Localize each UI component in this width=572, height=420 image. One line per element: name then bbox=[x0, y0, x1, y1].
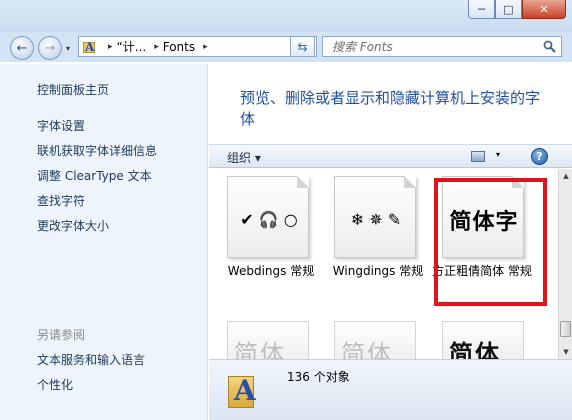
breadcrumb-separator[interactable]: ▸ bbox=[108, 42, 113, 52]
search-placeholder: 搜索 Fonts bbox=[332, 40, 393, 54]
page-title: 预览、删除或者显示和隐藏计算机上安装的字体 bbox=[240, 89, 541, 128]
font-preview-page: ❄ ✵ ✎ bbox=[334, 176, 416, 258]
text-services-link[interactable]: 文本服务和输入语言 bbox=[37, 351, 145, 368]
recent-pages-dropdown[interactable]: ▾ bbox=[66, 44, 70, 53]
back-button[interactable]: ← bbox=[10, 36, 34, 60]
font-name-label: Webdings 常规 bbox=[227, 264, 315, 278]
control-panel-home-link[interactable]: 控制面板主页 bbox=[37, 81, 109, 98]
personalization-link[interactable]: 个性化 bbox=[37, 376, 73, 393]
font-grid: ✔ 🎧 ○ Webdings 常规 ❄ ✵ ✎ Wingdings 常规 简体字… bbox=[209, 169, 559, 359]
fonts-folder-icon: A bbox=[83, 39, 95, 54]
search-icon[interactable] bbox=[543, 40, 556, 53]
organize-menu[interactable]: 组织 ▾ bbox=[227, 149, 261, 166]
minimize-button[interactable]: ─ bbox=[468, 0, 495, 19]
see-also-heading: 另请参阅 bbox=[37, 328, 86, 342]
font-settings-link[interactable]: 字体设置 bbox=[37, 117, 85, 134]
font-tile-partial[interactable]: 简体字 bbox=[227, 321, 309, 359]
scroll-up-arrow[interactable]: ▲ bbox=[559, 169, 572, 183]
title-bar: ─ □ ✕ bbox=[0, 0, 572, 32]
main-content: 预览、删除或者显示和隐藏计算机上安装的字体 组织 ▾ ▾ ? ✔ 🎧 ○ Web… bbox=[209, 64, 572, 420]
font-name-label: Wingdings 常规 bbox=[332, 264, 424, 278]
command-bar: 组织 ▾ ▾ ? bbox=[209, 144, 572, 168]
font-preview-page: ✔ 🎧 ○ bbox=[227, 176, 309, 258]
change-view-icon[interactable] bbox=[471, 151, 485, 162]
scroll-down-arrow[interactable]: ▼ bbox=[559, 345, 572, 359]
font-preview-glyphs: 简体字 bbox=[449, 340, 501, 359]
forward-button[interactable]: → bbox=[38, 36, 62, 60]
get-font-info-online-link[interactable]: 联机获取字体详细信息 bbox=[37, 142, 157, 159]
details-pane: A 136 个对象 bbox=[209, 359, 572, 420]
item-count: 136 个对象 bbox=[287, 370, 350, 384]
vertical-scrollbar[interactable]: ▲ ▼ bbox=[558, 169, 572, 359]
address-bar[interactable]: A ▸ “计... ▸ Fonts ▸ ▾ bbox=[78, 36, 317, 57]
refresh-button[interactable]: ⇆ bbox=[290, 36, 315, 57]
view-options-dropdown[interactable]: ▾ bbox=[496, 150, 500, 159]
selection-highlight bbox=[434, 178, 547, 306]
breadcrumb-fonts[interactable]: Fonts bbox=[163, 40, 195, 54]
font-tile-partial[interactable]: 简体字 bbox=[334, 321, 416, 359]
adjust-cleartype-link[interactable]: 调整 ClearType 文本 bbox=[37, 167, 152, 184]
help-icon[interactable]: ? bbox=[531, 148, 548, 165]
scroll-thumb[interactable] bbox=[560, 321, 571, 337]
caption-buttons: ─ □ ✕ bbox=[468, 0, 566, 19]
find-character-link[interactable]: 查找字符 bbox=[37, 192, 85, 209]
close-button[interactable]: ✕ bbox=[522, 0, 566, 19]
fonts-folder-large-icon: A bbox=[228, 366, 260, 410]
font-preview-glyphs: ✔ 🎧 ○ bbox=[240, 210, 298, 229]
breadcrumb-separator[interactable]: ▸ bbox=[203, 42, 208, 52]
breadcrumb-control-panel[interactable]: “计... bbox=[117, 38, 147, 55]
font-preview-glyphs: ❄ ✵ ✎ bbox=[350, 210, 402, 229]
font-preview-glyphs: 简体字 bbox=[234, 340, 286, 359]
font-preview-glyphs: 简体字 bbox=[341, 340, 393, 359]
task-pane: 控制面板主页 字体设置 联机获取字体详细信息 调整 ClearType 文本 查… bbox=[0, 64, 208, 420]
font-tile-partial[interactable]: 简体字 bbox=[442, 321, 524, 359]
change-font-size-link[interactable]: 更改字体大小 bbox=[37, 217, 109, 234]
maximize-button[interactable]: □ bbox=[495, 0, 522, 19]
breadcrumb-separator[interactable]: ▸ bbox=[154, 42, 159, 52]
search-input[interactable]: 搜索 Fonts bbox=[322, 36, 562, 57]
